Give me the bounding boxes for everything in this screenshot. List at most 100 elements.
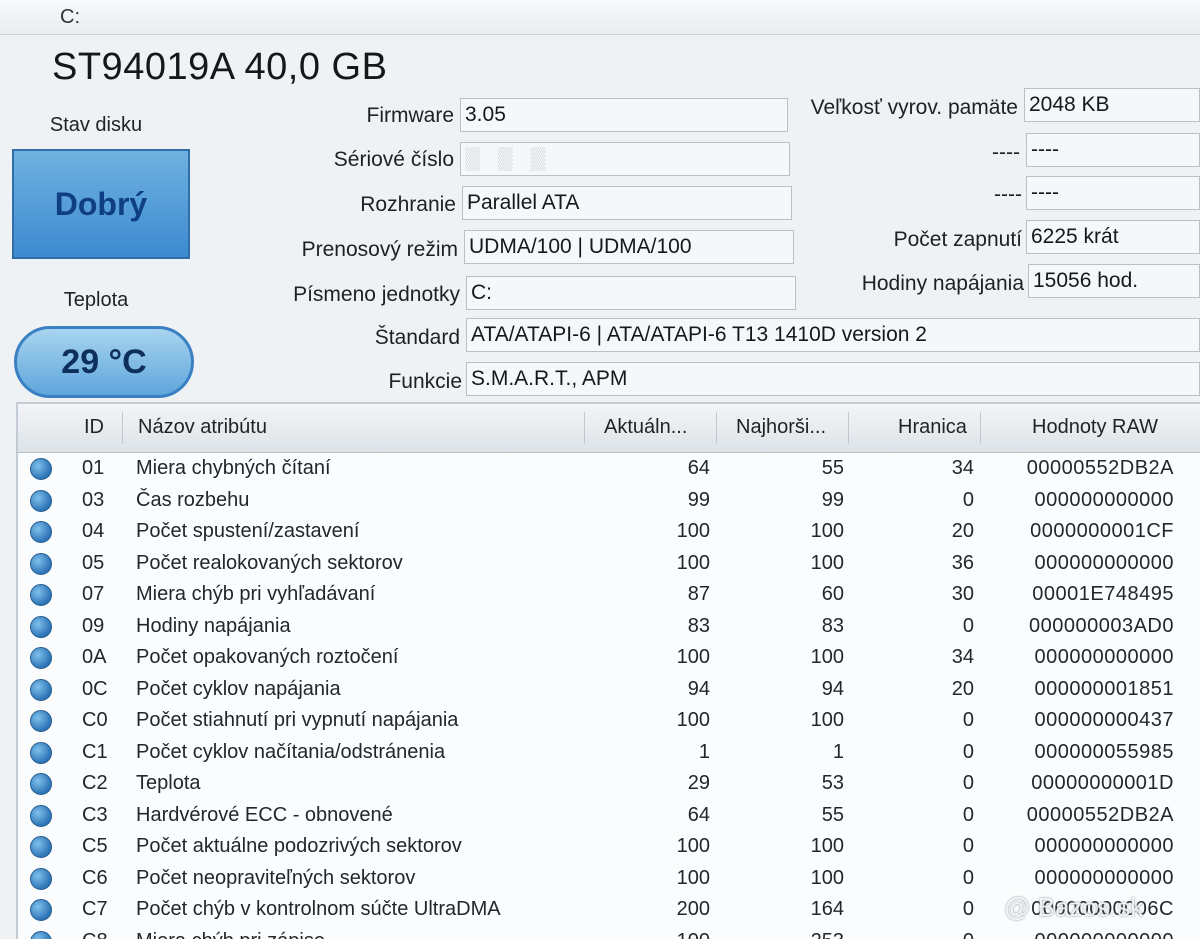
attribute-worst: 100 xyxy=(811,867,844,890)
attribute-name: Miera chýb pri vyhľadávaní xyxy=(136,583,375,606)
column-header-worst[interactable]: Najhorši... xyxy=(736,416,826,439)
attribute-name: Počet stiahnutí pri vypnutí napájania xyxy=(136,709,458,732)
attribute-raw: 000000000000 xyxy=(1035,867,1174,890)
table-row[interactable]: 0APočet opakovaných roztočení10010034000… xyxy=(18,641,1200,673)
attribute-current: 100 xyxy=(677,646,710,669)
column-separator[interactable] xyxy=(716,412,717,444)
column-separator[interactable] xyxy=(980,412,981,444)
attribute-worst: 100 xyxy=(811,709,844,732)
attribute-threshold: 0 xyxy=(963,835,974,858)
attribute-threshold: 20 xyxy=(952,678,974,701)
status-dot-icon xyxy=(30,490,52,512)
drive-letter-value: C: xyxy=(466,276,796,310)
attribute-raw: 00000000001D xyxy=(1031,772,1174,795)
column-separator[interactable] xyxy=(584,412,585,444)
attribute-current: 99 xyxy=(688,489,710,512)
table-row[interactable]: 05Počet realokovaných sektorov1001003600… xyxy=(18,547,1200,579)
attribute-name: Hardvérové ECC - obnovené xyxy=(136,804,393,827)
attribute-worst: 1 xyxy=(833,741,844,764)
attribute-raw: 00001E748495 xyxy=(1032,583,1174,606)
attribute-worst: 55 xyxy=(822,457,844,480)
temperature-label: Teplota xyxy=(6,289,186,312)
attribute-name: Počet cyklov načítania/odstránenia xyxy=(136,741,445,764)
attribute-id: 04 xyxy=(82,520,104,543)
transfer-mode-value: UDMA/100 | UDMA/100 xyxy=(464,230,794,264)
column-header-raw[interactable]: Hodnoty RAW xyxy=(1032,416,1158,439)
attribute-threshold: 36 xyxy=(952,552,974,575)
transfer-mode-label: Prenosový režim xyxy=(240,238,458,262)
attribute-id: C1 xyxy=(82,741,108,764)
attribute-name: Teplota xyxy=(136,772,201,795)
table-row[interactable]: C5Počet aktuálne podozrivých sektorov100… xyxy=(18,830,1200,862)
column-header-id[interactable]: ID xyxy=(84,416,104,439)
firmware-label: Firmware xyxy=(240,104,454,128)
table-row[interactable]: C1Počet cyklov načítania/odstránenia1100… xyxy=(18,736,1200,768)
attribute-threshold: 0 xyxy=(963,709,974,732)
table-row[interactable]: 03Čas rozbehu99990000000000000 xyxy=(18,484,1200,516)
drive-tab-c[interactable]: C: xyxy=(60,6,80,29)
table-row[interactable]: 01 Miera chybných čítaní 64 55 34 00000552DB2… xyxy=(18,452,1200,484)
health-status-button[interactable]: Dobrý xyxy=(12,149,190,259)
attribute-raw: 000000000000 xyxy=(1035,930,1174,939)
attribute-name: Miera chýb pri zápise xyxy=(136,930,325,939)
table-row[interactable]: C2Teplota2953000000000001D xyxy=(18,767,1200,799)
attribute-id: 07 xyxy=(82,583,104,606)
drive-letter-label: Písmeno jednotky xyxy=(240,283,460,307)
attribute-current: 29 xyxy=(688,772,710,795)
attribute-worst: 60 xyxy=(822,583,844,606)
attribute-id: 03 xyxy=(82,489,104,512)
attribute-id: 05 xyxy=(82,552,104,575)
power-count-label: Počet zapnutí xyxy=(820,228,1022,252)
attribute-id: C6 xyxy=(82,867,108,890)
attribute-id: 01 xyxy=(82,457,104,480)
table-row[interactable]: 09Hodiny napájania83830000000003AD0 xyxy=(18,610,1200,642)
firmware-value: 3.05 xyxy=(460,98,788,132)
table-row[interactable]: C0Počet stiahnutí pri vypnutí napájania1… xyxy=(18,704,1200,736)
attribute-threshold: 0 xyxy=(963,930,974,939)
blank-label-1: ---- xyxy=(900,141,1020,165)
attribute-id: 0A xyxy=(82,646,106,669)
attribute-worst: 94 xyxy=(822,678,844,701)
attribute-raw: 000000000000 xyxy=(1035,552,1174,575)
attribute-threshold: 0 xyxy=(963,772,974,795)
table-row[interactable]: 07Miera chýb pri vyhľadávaní87603000001E… xyxy=(18,578,1200,610)
attribute-id: C7 xyxy=(82,898,108,921)
attribute-threshold: 0 xyxy=(963,615,974,638)
standard-value: ATA/ATAPI-6 | ATA/ATAPI-6 T13 1410D vers… xyxy=(466,318,1200,352)
attribute-name: Počet neopraviteľných sektorov xyxy=(136,867,415,890)
status-dot-icon xyxy=(30,742,52,764)
attribute-current: 64 xyxy=(688,804,710,827)
column-separator[interactable] xyxy=(848,412,849,444)
status-dot-icon xyxy=(30,616,52,638)
attribute-threshold: 0 xyxy=(963,741,974,764)
status-dot-icon xyxy=(30,931,52,939)
attribute-name: Čas rozbehu xyxy=(136,489,249,512)
attribute-threshold: 34 xyxy=(952,457,974,480)
table-row[interactable]: 0CPočet cyklov napájania9494200000000018… xyxy=(18,673,1200,705)
attribute-raw: 00000552DB2A xyxy=(1027,457,1174,480)
attribute-current: 64 xyxy=(688,457,710,480)
table-row[interactable]: 04Počet spustení/zastavení10010020000000… xyxy=(18,515,1200,547)
column-separator[interactable] xyxy=(122,412,123,444)
status-dot-icon xyxy=(30,773,52,795)
attribute-raw: 000000000000 xyxy=(1035,835,1174,858)
status-dot-icon xyxy=(30,458,52,480)
interface-label: Rozhranie xyxy=(240,193,456,217)
drive-tab-bar: C: xyxy=(0,0,1200,35)
column-header-current[interactable]: Aktuáln... xyxy=(604,416,687,439)
status-dot-icon xyxy=(30,899,52,921)
attribute-threshold: 0 xyxy=(963,867,974,890)
status-dot-icon xyxy=(30,868,52,890)
attribute-raw: 00000552DB2A xyxy=(1027,804,1174,827)
table-row[interactable]: C3Hardvérové ECC - obnovené6455000000552… xyxy=(18,799,1200,831)
attribute-worst: 100 xyxy=(811,552,844,575)
interface-value: Parallel ATA xyxy=(462,186,792,220)
smart-attribute-table: ID Názov atribútu Aktuáln... Najhorši...… xyxy=(16,402,1200,939)
attribute-id: C2 xyxy=(82,772,108,795)
temperature-button[interactable]: 29 °C xyxy=(14,326,194,398)
blank-value-1: ---- xyxy=(1026,133,1200,167)
table-row[interactable]: C6Počet neopraviteľných sektorov10010000… xyxy=(18,862,1200,894)
column-header-name[interactable]: Názov atribútu xyxy=(138,416,267,439)
attribute-name: Miera chybných čítaní xyxy=(136,457,331,480)
column-header-threshold[interactable]: Hranica xyxy=(898,416,967,439)
